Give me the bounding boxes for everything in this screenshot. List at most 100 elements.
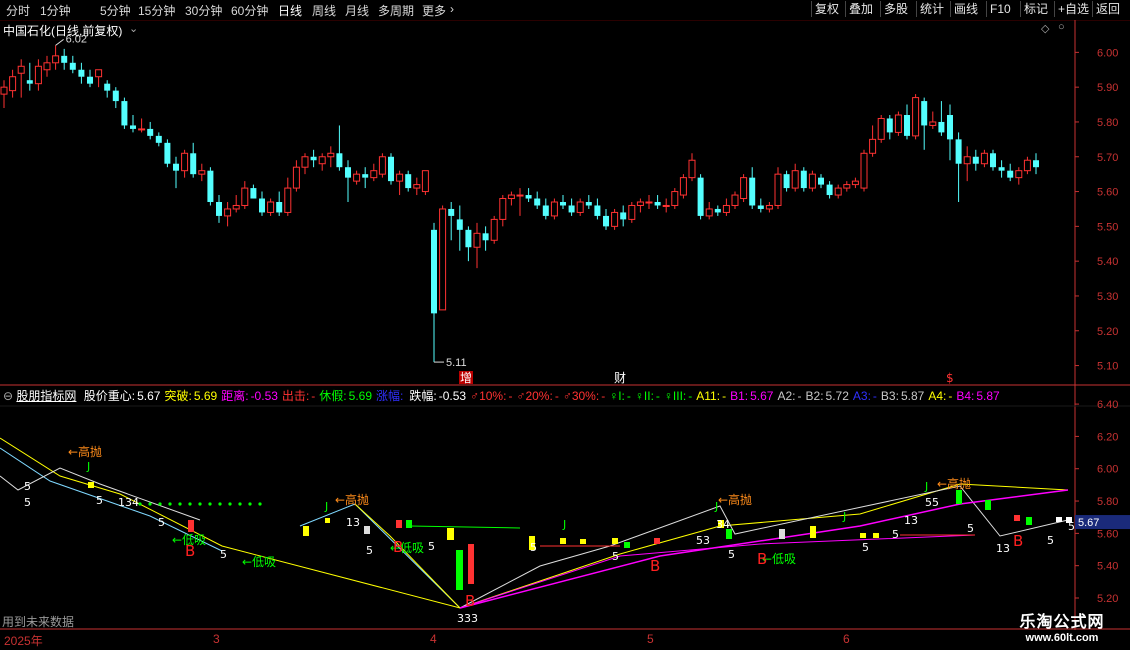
legend-item-value: -0.53	[250, 389, 278, 403]
legend-item-value: 5.67	[137, 389, 161, 403]
period-tab-30min[interactable]: 30分钟	[185, 2, 222, 19]
price-tick-label: 5.30	[1097, 291, 1118, 303]
candle-body-up	[688, 159, 696, 179]
period-tab-60min[interactable]: 60分钟	[231, 2, 268, 19]
price-tick-label: 5.60	[1097, 187, 1118, 199]
legend-separator: :	[245, 389, 249, 403]
legend-separator: :	[895, 389, 899, 403]
price-tick-label: 6.00	[1097, 47, 1118, 59]
legend-item-label: B2	[805, 389, 821, 403]
draw-line-button[interactable]: 画线	[950, 1, 981, 17]
add-watchlist-button[interactable]: +自选	[1054, 1, 1092, 17]
signal-bar	[1056, 517, 1062, 522]
legend-item-value: -	[722, 389, 727, 403]
legend-separator: :	[650, 389, 654, 403]
diamond-icon[interactable]: ◇	[1041, 22, 1049, 35]
candle-body-down	[104, 83, 111, 91]
legend-separator: :	[549, 389, 553, 403]
indicator-collapse-icon[interactable]: ⊖	[3, 389, 13, 403]
period-tab-timeshare[interactable]: 分时	[6, 2, 30, 19]
candle-body-down	[87, 76, 93, 84]
period-tab-daily[interactable]: 日线	[278, 2, 302, 19]
one-three-four-label: 134	[118, 496, 139, 509]
candle-body-down	[456, 219, 463, 230]
settings-circle-icon[interactable]: ○	[1058, 21, 1065, 33]
candle-body-up	[912, 97, 920, 137]
candle-body-down	[250, 188, 257, 199]
period-tab-monthly[interactable]: 月线	[345, 2, 369, 19]
date-label-may: 5	[647, 632, 654, 646]
signal-bar	[779, 529, 785, 539]
legend-item-value: 5.87	[900, 389, 925, 403]
period-tab-multi[interactable]: 多周期	[378, 2, 414, 19]
buy-signal-label: B	[393, 538, 403, 556]
candle-body-down	[1007, 170, 1014, 178]
green-level-line	[409, 525, 521, 529]
legend-item-value: -0.53	[438, 389, 467, 403]
legend-item-value: 5.69	[193, 389, 218, 403]
candle-body-up	[17, 65, 25, 74]
candlestick-chart[interactable]: 6.00 5.90 5.80 5.70 5.60 5.50 5.40 5.30 5.20 5.10…	[0, 20, 1130, 386]
indicator-name[interactable]: 股朋指标网	[16, 389, 76, 403]
buy-signal-label: B	[185, 542, 195, 560]
candle-body-up	[1015, 170, 1023, 179]
legend-item-label: 距离	[221, 389, 246, 403]
candle-body-up	[0, 86, 8, 95]
signal-bar	[1026, 517, 1032, 525]
white-line-2	[459, 485, 1069, 609]
signal-bar	[873, 533, 879, 538]
indicator-tick-label: 5.20	[1097, 593, 1118, 605]
indicator-tick-label: 6.20	[1097, 431, 1118, 443]
period-tab-15min[interactable]: 15分钟	[138, 2, 175, 19]
candle-body-down	[620, 212, 627, 220]
candle-body-down	[818, 177, 824, 185]
legend-item-value: -	[948, 389, 953, 403]
overlay-button[interactable]: 叠加	[845, 1, 876, 17]
candle-body-down	[431, 229, 437, 314]
buy-signal-label: B	[1013, 532, 1023, 550]
adjust-button[interactable]: 复权	[811, 1, 842, 17]
legend-separator: :	[792, 389, 796, 403]
f10-button[interactable]: F10	[986, 1, 1014, 17]
candle-body-down	[749, 177, 756, 206]
signal-bar	[1014, 515, 1020, 521]
j-signal-label: J	[324, 500, 328, 513]
candle-body-down	[826, 184, 833, 196]
candle-body-up	[292, 166, 300, 189]
mark-button[interactable]: 标记	[1020, 1, 1051, 17]
candle-body-up	[765, 204, 773, 210]
candle-body-up	[473, 232, 481, 248]
watermark-title: 乐淘公式网	[1019, 614, 1105, 631]
indicator-chart[interactable]: 6.40 6.20 6.00 5.80 5.60 5.40 5.20 5.67 ←高抛 ←高抛 ←…	[0, 386, 1130, 630]
buy-signal-label: B	[465, 592, 475, 610]
back-button[interactable]: 返回	[1092, 1, 1123, 17]
candle-body-up	[301, 156, 309, 168]
signal-bar	[654, 538, 660, 544]
candle-body-down	[173, 163, 179, 171]
candle-body-up	[963, 156, 971, 165]
candle-body-down	[336, 153, 343, 168]
candle-body-up	[808, 173, 816, 189]
legend-separator: :	[744, 389, 749, 403]
chevron-right-icon[interactable]: ›	[450, 2, 454, 16]
candle-body-up	[95, 69, 103, 78]
period-tab-1min[interactable]: 1分钟	[40, 2, 71, 19]
high-pointer	[55, 38, 64, 46]
signal-bar	[956, 490, 962, 504]
indicator-tick-label: 6.40	[1097, 399, 1118, 411]
multi-stock-button[interactable]: 多股	[880, 1, 911, 17]
statistics-button[interactable]: 统计	[916, 1, 947, 17]
legend-separator: :	[595, 389, 600, 403]
legend-item-value: -	[554, 389, 559, 403]
dropdown-circle-icon[interactable]: ⌄	[129, 22, 138, 35]
stock-title[interactable]: 中国石化(日线,前复权)	[3, 22, 122, 39]
period-tab-weekly[interactable]: 周线	[312, 2, 336, 19]
period-tab-more[interactable]: 更多	[422, 2, 446, 19]
candle-body-up	[516, 194, 524, 197]
five-label: 5	[366, 544, 373, 557]
candle-body-up	[628, 204, 636, 220]
period-tab-5min[interactable]: 5分钟	[100, 2, 131, 19]
candle-body-up	[731, 194, 739, 206]
legend-item-value: 5.72	[825, 389, 849, 403]
legend-item-value: -	[688, 389, 693, 403]
